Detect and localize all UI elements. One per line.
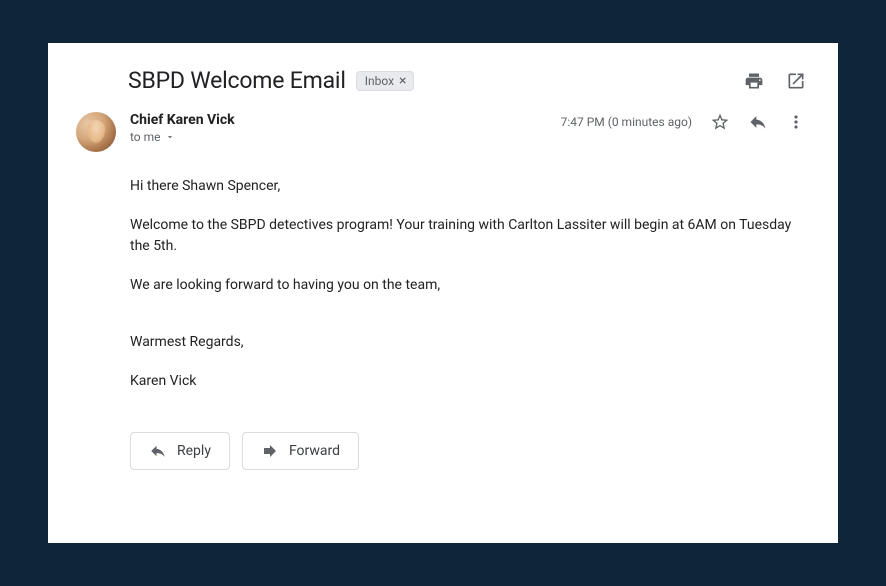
recipient-dropdown[interactable]: to me [130,130,235,144]
label-text: Inbox [365,74,394,88]
forward-label: Forward [289,443,340,459]
chevron-down-icon [165,132,175,142]
email-subject: SBPD Welcome Email [128,67,346,94]
body-signoff: Warmest Regards, [130,332,806,353]
email-card: SBPD Welcome Email Inbox × Chief Karen V… [48,43,838,543]
sender-right: 7:47 PM (0 minutes ago) [561,112,806,132]
sender-row: Chief Karen Vick to me 7:47 PM (0 minute… [76,112,806,152]
subject-left: SBPD Welcome Email Inbox × [128,67,414,94]
close-icon[interactable]: × [399,74,406,88]
sender-left: Chief Karen Vick to me [130,112,235,144]
subject-row: SBPD Welcome Email Inbox × [76,67,806,94]
recipient-text: to me [130,130,161,144]
print-icon[interactable] [744,71,764,91]
body-greeting: Hi there Shawn Spencer, [130,176,806,197]
body-paragraph-2: We are looking forward to having you on … [130,275,806,296]
top-actions [744,71,806,91]
star-icon[interactable] [710,112,730,132]
email-body: Hi there Shawn Spencer, Welcome to the S… [76,176,806,392]
avatar[interactable] [76,112,116,152]
inbox-label-chip[interactable]: Inbox × [356,71,414,91]
sender-name: Chief Karen Vick [130,112,235,128]
reply-icon[interactable] [748,112,768,132]
forward-button[interactable]: Forward [242,432,359,470]
timestamp: 7:47 PM (0 minutes ago) [561,115,692,129]
more-icon[interactable] [786,112,806,132]
sender-info: Chief Karen Vick to me 7:47 PM (0 minute… [130,112,806,144]
body-paragraph-1: Welcome to the SBPD detectives program! … [130,215,806,257]
reply-label: Reply [177,443,211,459]
reply-button[interactable]: Reply [130,432,230,470]
action-buttons: Reply Forward [76,432,806,470]
forward-arrow-icon [261,442,279,460]
open-in-new-icon[interactable] [786,71,806,91]
reply-arrow-icon [149,442,167,460]
body-signature: Karen Vick [130,371,806,392]
